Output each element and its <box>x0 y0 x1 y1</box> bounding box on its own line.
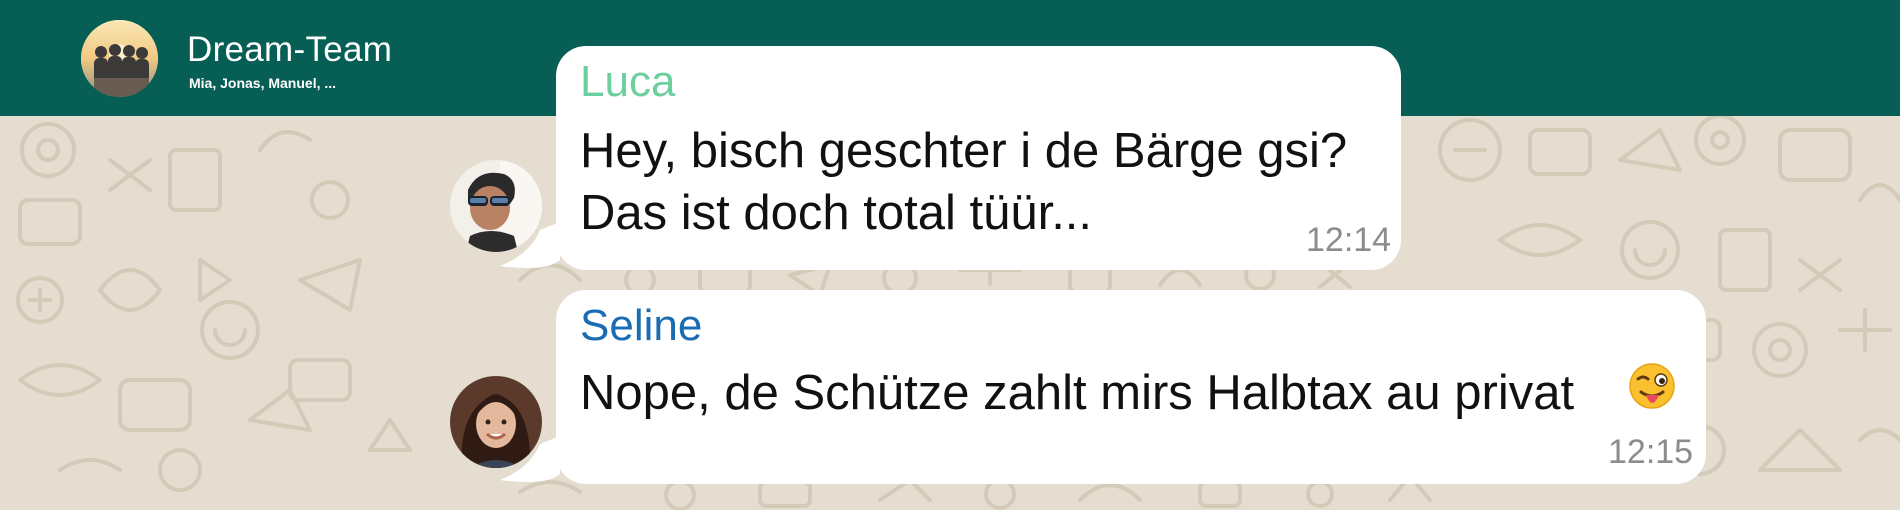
message-timestamp: 12:15 <box>1608 433 1694 471</box>
sender-name-seline: Seline <box>580 301 703 350</box>
group-title[interactable]: Dream-Team <box>187 30 392 70</box>
group-members: Mia, Jonas, Manuel, ... <box>189 75 337 91</box>
message-timestamp: 12:14 <box>1306 221 1392 259</box>
group-avatar[interactable] <box>81 20 158 97</box>
message-text-line-2: Das ist doch total tüür... <box>580 186 1093 240</box>
group-photo-icon <box>81 20 158 97</box>
message-text-line-1: Hey, bisch geschter i de Bärge gsi? <box>580 124 1348 178</box>
sender-name-luca: Luca <box>580 57 676 106</box>
winking-face-with-tongue-icon <box>1629 363 1675 409</box>
message-text-line-1: Nope, de Schütze zahlt mirs Halbtax au p… <box>580 366 1575 420</box>
